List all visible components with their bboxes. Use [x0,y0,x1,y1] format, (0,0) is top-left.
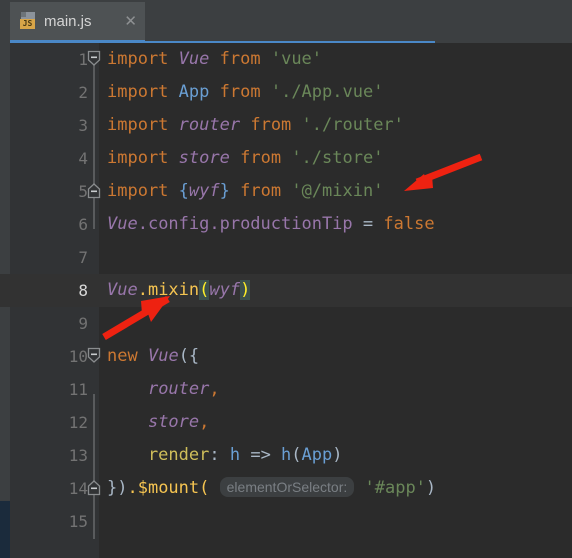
code-line-1[interactable]: import Vue from 'vue' [107,43,322,76]
line-number: 1 [78,50,88,69]
editor-row[interactable]: 15 [0,505,572,538]
line-number: 11 [68,380,88,399]
line-number: 8 [78,281,88,300]
code-line-3[interactable]: import router from './router' [107,109,404,142]
line-number: 3 [78,116,88,135]
fold-marker-line-5[interactable] [86,182,102,199]
collapse-icon [86,50,102,67]
parameter-hint: elementOrSelector: [219,477,355,497]
fold-marker-line-10[interactable] [86,347,102,364]
collapse-icon [86,479,102,496]
editor-tab-bar: JS main.js ✕ [0,0,572,43]
code-line-11[interactable]: router, [107,373,220,406]
code-line-12[interactable]: store, [107,406,209,439]
tab-label: main.js [44,12,92,30]
line-number: 13 [68,446,88,465]
line-number: 15 [68,512,88,531]
editor-row[interactable]: 3 import router from './router' [0,109,572,142]
line-number: 4 [78,149,88,168]
editor-row-current[interactable]: 8 Vue.mixin(wyf) [0,274,572,307]
editor-row[interactable]: 4 import store from './store' [0,142,572,175]
close-icon[interactable]: ✕ [124,14,137,29]
editor-row[interactable]: 2 import App from './App.vue' [0,76,572,109]
line-number: 9 [78,314,88,333]
line-number: 14 [68,479,88,498]
fold-marker-line-14[interactable] [86,479,102,496]
js-file-icon: JS [20,12,37,30]
collapse-icon [86,347,102,364]
code-line-8[interactable]: Vue.mixin(wyf) [107,274,251,307]
code-line-4[interactable]: import store from './store' [107,142,383,175]
tab-main-js[interactable]: JS main.js ✕ [10,2,145,40]
editor-window: JS main.js ✕ 1 import Vue from 'vue' 2 i… [0,0,572,558]
editor-row[interactable]: 7 [0,241,572,274]
editor-row[interactable]: 6 Vue.config.productionTip = false [0,208,572,241]
editor-row[interactable]: 9 [0,307,572,340]
line-number: 10 [68,347,88,366]
code-editor[interactable]: 1 import Vue from 'vue' 2 import App fro… [0,43,572,558]
code-line-6[interactable]: Vue.config.productionTip = false [107,208,435,241]
code-line-5[interactable]: import {wyf} from '@/mixin' [107,175,383,208]
editor-row[interactable]: 12 store, [0,406,572,439]
line-number: 7 [78,248,88,267]
collapse-icon [86,182,102,199]
line-number: 2 [78,83,88,102]
code-line-14[interactable]: }).$mount( elementOrSelector: '#app') [107,472,436,505]
code-line-13[interactable]: render: h => h(App) [107,439,343,472]
code-line-2[interactable]: import App from './App.vue' [107,76,383,109]
js-icon-badge: JS [20,19,35,29]
fold-marker-line-1[interactable] [86,50,102,67]
line-number: 12 [68,413,88,432]
line-number: 5 [78,182,88,201]
line-number: 6 [78,215,88,234]
editor-row[interactable]: 13 render: h => h(App) [0,439,572,472]
editor-row[interactable]: 11 router, [0,373,572,406]
code-line-10[interactable]: new Vue({ [107,340,199,373]
